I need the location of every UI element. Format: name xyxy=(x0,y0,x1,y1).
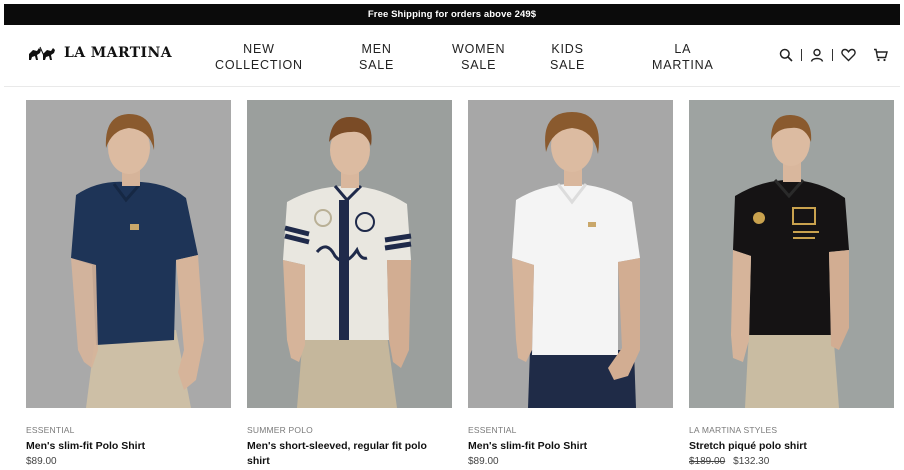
product-name[interactable]: Men's short-sleeved, regular fit polo sh… xyxy=(247,439,452,469)
nav-label: LA xyxy=(674,42,692,56)
product-price: $89.00 xyxy=(468,456,673,467)
product-name[interactable]: Men's slim-fit Polo Shirt xyxy=(26,439,231,454)
divider xyxy=(801,49,802,61)
nav-men-sale[interactable]: MEN SALE xyxy=(359,41,394,73)
brand-name: LA MARTINA xyxy=(64,45,172,61)
nav-new-collection[interactable]: NEW COLLECTION xyxy=(215,41,303,73)
nav-label: NEW xyxy=(243,42,275,56)
nav-label: KIDS xyxy=(551,42,584,56)
nav-label: COLLECTION xyxy=(215,58,303,72)
sale-price: $132.30 xyxy=(733,456,770,467)
model-pants xyxy=(745,330,839,408)
product-card[interactable]: ESSENTIAL Men's slim-fit Polo Shirt $89.… xyxy=(468,100,673,467)
divider xyxy=(832,49,833,61)
user-icon[interactable] xyxy=(809,47,825,63)
product-image[interactable] xyxy=(468,100,673,408)
nav-label: MEN xyxy=(361,42,392,56)
announcement-text: Free Shipping for orders above 249$ xyxy=(367,9,537,20)
product-category: ESSENTIAL xyxy=(26,425,75,435)
product-card[interactable]: ESSENTIAL Men's slim-fit Polo Shirt $89.… xyxy=(26,100,231,467)
product-name[interactable]: Men's slim-fit Polo Shirt xyxy=(468,439,673,454)
product-category: LA MARTINA STYLES xyxy=(689,425,778,435)
nav-kids-sale[interactable]: KIDS SALE xyxy=(550,41,585,73)
product-category: ESSENTIAL xyxy=(468,425,517,435)
nav-la-martina[interactable]: LA MARTINA xyxy=(652,41,714,73)
model-pants xyxy=(297,335,397,408)
product-image[interactable] xyxy=(247,100,452,408)
nav-label: SALE xyxy=(461,58,497,72)
original-price: $189.00 xyxy=(689,456,726,467)
search-icon[interactable] xyxy=(778,47,794,63)
nav-label: WOMEN xyxy=(452,42,506,56)
product-price: $89.00 xyxy=(26,456,231,467)
header-icons xyxy=(778,47,888,63)
product-price: $189.00 $132.30 xyxy=(689,456,894,467)
site-header: LA MARTINA NEW COLLECTION MEN SALE WOMEN… xyxy=(4,25,900,87)
product-card[interactable]: LA MARTINA STYLES Stretch piqué polo shi… xyxy=(689,100,894,467)
polo-horses-icon xyxy=(29,46,55,60)
nav-label: SALE xyxy=(359,58,395,72)
product-card[interactable]: SUMMER POLO Men's short-sleeved, regular… xyxy=(247,100,452,469)
announcement-bar: Free Shipping for orders above 249$ xyxy=(4,4,900,25)
heart-icon[interactable] xyxy=(840,47,856,63)
current-price: $89.00 xyxy=(468,456,499,467)
brand-logo[interactable]: LA MARTINA xyxy=(28,45,172,61)
current-price: $89.00 xyxy=(26,456,57,467)
cart-icon[interactable] xyxy=(872,47,888,63)
nav-label: MARTINA xyxy=(652,58,714,72)
product-image[interactable] xyxy=(689,100,894,408)
product-name[interactable]: Stretch piqué polo shirt xyxy=(689,439,894,454)
nav-women-sale[interactable]: WOMEN SALE xyxy=(452,41,505,73)
product-image[interactable] xyxy=(26,100,231,408)
nav-label: SALE xyxy=(550,58,586,72)
product-category: SUMMER POLO xyxy=(247,425,313,435)
